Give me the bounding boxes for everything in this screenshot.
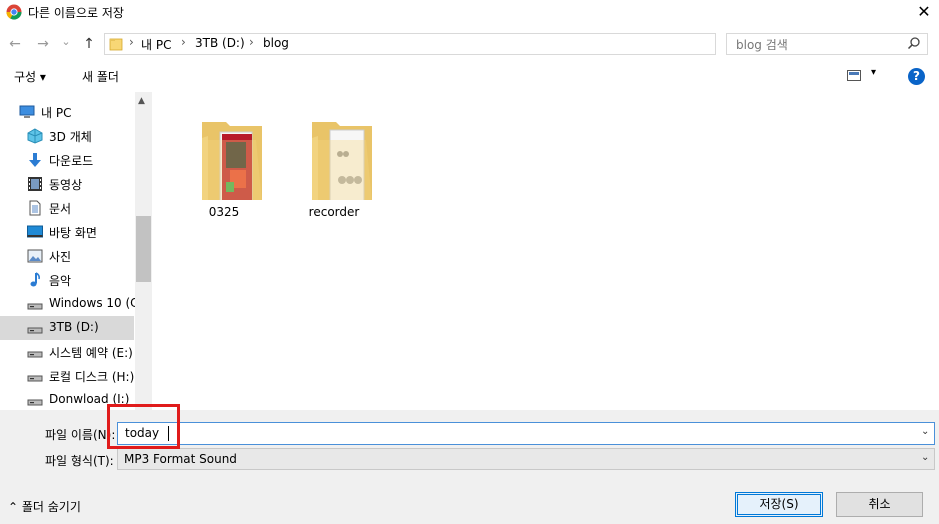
sidebar-item-label: Windows 10 (C:: [49, 296, 143, 310]
drive-icon: [27, 375, 43, 382]
drive-icon: [27, 399, 43, 406]
sidebar-item-music[interactable]: 음악: [0, 268, 134, 292]
pictures-icon: [27, 249, 43, 263]
document-icon: [29, 200, 41, 216]
view-dropdown-button[interactable]: ▾: [871, 67, 876, 78]
sidebar-item-label: 3D 개체: [49, 130, 92, 144]
close-button[interactable]: ✕: [912, 1, 936, 23]
search-icon: [907, 37, 920, 50]
breadcrumb-separator: ›: [249, 35, 254, 49]
sidebar-item-desktop[interactable]: 바탕 화면: [0, 220, 134, 244]
breadcrumb-separator: ›: [181, 35, 186, 49]
up-button[interactable]: ↑: [80, 28, 98, 60]
sidebar-item-drive-h[interactable]: 로컬 디스크 (H:): [0, 364, 134, 388]
sidebar-item-label: 내 PC: [41, 106, 72, 120]
cancel-button-label: 취소: [868, 497, 891, 511]
file-name: recorder: [308, 205, 360, 219]
sidebar-scrollbar[interactable]: ▲: [135, 92, 152, 410]
sidebar-item-documents[interactable]: 문서: [0, 196, 134, 220]
sidebar-item-label: 로컬 디스크 (H:): [49, 370, 135, 384]
forward-button[interactable]: →: [34, 28, 52, 60]
search-input[interactable]: blog 검색: [726, 33, 928, 55]
filetype-value: MP3 Format Sound: [124, 452, 237, 466]
sidebar-item-pictures[interactable]: 사진: [0, 244, 134, 268]
search-placeholder: blog 검색: [736, 38, 788, 52]
sidebar-item-label: 바탕 화면: [49, 226, 97, 240]
chevron-down-icon[interactable]: ⌄: [921, 452, 929, 463]
navigation-pane: 내 PC 3D 개체 다운로드 동영상 문서 바탕 화면 사진 음악 Windo…: [0, 92, 152, 410]
view-options-icon[interactable]: [847, 70, 861, 81]
3d-objects-icon: [27, 128, 43, 144]
breadcrumb-item[interactable]: blog: [263, 36, 289, 50]
organize-button[interactable]: 구성 ▾: [14, 68, 46, 85]
hide-folders-button[interactable]: ⌃ 폴더 숨기기: [8, 498, 81, 515]
file-item-folder[interactable]: 0325: [174, 100, 274, 219]
command-bar: [0, 62, 939, 92]
save-button-label: 저장(S): [759, 497, 799, 511]
computer-icon: [19, 105, 35, 118]
download-icon: [29, 153, 41, 167]
sidebar-item-drive-e[interactable]: 시스템 예약 (E:): [0, 340, 134, 364]
file-name: 0325: [208, 205, 240, 219]
annotation-highlight-box: [107, 404, 180, 449]
sidebar-item-drive-d[interactable]: 3TB (D:): [0, 316, 134, 340]
folder-icon: [202, 122, 262, 200]
filetype-label: 파일 형식(T):: [45, 454, 114, 468]
sidebar-item-3d-objects[interactable]: 3D 개체: [0, 124, 134, 148]
music-icon: [30, 272, 40, 287]
file-list: 0325 recorder: [152, 92, 939, 410]
file-item-folder[interactable]: recorder: [284, 100, 384, 219]
drive-icon: [27, 303, 43, 310]
sidebar-item-label: 동영상: [49, 178, 83, 192]
breadcrumb-item[interactable]: 3TB (D:): [195, 36, 245, 50]
sidebar-item-label: 다운로드: [49, 154, 94, 168]
folder-icon: [312, 122, 372, 200]
sidebar-item-label: 음악: [49, 274, 72, 288]
filename-input[interactable]: today ⌄: [117, 422, 935, 445]
filetype-select[interactable]: MP3 Format Sound ⌄: [117, 448, 935, 470]
scrollbar-thumb[interactable]: [136, 216, 151, 282]
breadcrumb-separator: ›: [129, 35, 134, 49]
new-folder-button[interactable]: 새 폴더: [82, 68, 119, 85]
desktop-icon: [27, 225, 43, 238]
sidebar-item-label: 시스템 예약 (E:): [49, 346, 133, 360]
sidebar-item-drive-c[interactable]: Windows 10 (C:: [0, 292, 143, 316]
help-button[interactable]: ?: [908, 68, 925, 85]
sidebar-item-this-pc[interactable]: 내 PC: [0, 100, 134, 124]
video-icon: [28, 177, 42, 191]
scroll-up-icon[interactable]: ▲: [138, 96, 145, 106]
breadcrumb-item[interactable]: 내 PC: [141, 36, 171, 53]
sidebar-item-label: 3TB (D:): [49, 320, 99, 334]
back-button[interactable]: ←: [6, 28, 24, 60]
save-button[interactable]: 저장(S): [735, 492, 823, 517]
address-bar[interactable]: › 내 PC › 3TB (D:) › blog ⌄ ↻: [104, 33, 810, 55]
chevron-down-icon[interactable]: ⌄: [921, 426, 929, 437]
recent-locations-button[interactable]: ⌄: [60, 26, 72, 58]
cancel-button[interactable]: 취소: [836, 492, 923, 517]
filename-label: 파일 이름(N):: [45, 428, 116, 442]
sidebar-item-label: 사진: [49, 250, 72, 264]
folder-icon: [109, 38, 123, 51]
drive-icon: [27, 327, 43, 334]
chrome-icon: [6, 4, 22, 20]
sidebar-item-downloads[interactable]: 다운로드: [0, 148, 134, 172]
sidebar-item-label: 문서: [49, 202, 72, 216]
title-bar: 다른 이름으로 저장 ✕: [0, 0, 939, 24]
drive-icon: [27, 351, 43, 358]
window-title: 다른 이름으로 저장: [28, 6, 124, 20]
sidebar-item-videos[interactable]: 동영상: [0, 172, 134, 196]
